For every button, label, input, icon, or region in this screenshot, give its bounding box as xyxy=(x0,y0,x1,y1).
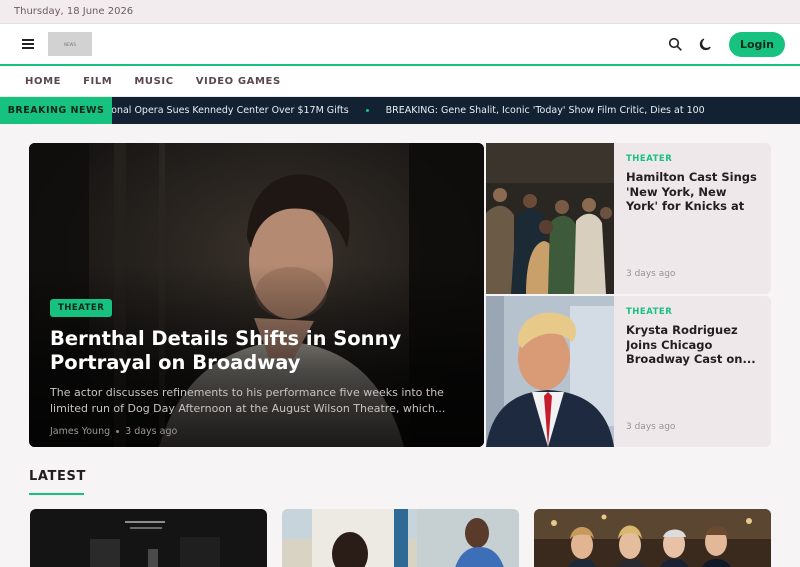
publish-time: 3 days ago xyxy=(125,426,178,437)
publish-time: 3 days ago xyxy=(626,422,676,432)
featured-story-card[interactable]: THEATER Bernthal Details Shifts in Sonny… xyxy=(29,143,484,447)
section-underline xyxy=(29,493,84,495)
date-bar: Thursday, 18 June 2026 xyxy=(0,0,800,24)
ticker-headline[interactable]: BREAKING: Gene Shalit, Iconic 'Today' Sh… xyxy=(386,105,705,116)
latest-story-card[interactable] xyxy=(30,509,267,567)
latest-story-image xyxy=(534,509,771,567)
latest-story-card[interactable] xyxy=(534,509,771,567)
side-story-title[interactable]: Hamilton Cast Sings 'New York, New York'… xyxy=(626,170,761,214)
breaking-news-ticker: BREAKING NEWS Washington National Opera … xyxy=(0,97,800,124)
menu-icon[interactable] xyxy=(22,39,34,49)
ticker-track: Washington National Opera Sues Kennedy C… xyxy=(112,97,800,124)
search-icon[interactable] xyxy=(663,32,687,56)
side-story-title[interactable]: Krysta Rodriguez Joins Chicago Broadway … xyxy=(626,323,761,367)
latest-story-image xyxy=(30,509,267,567)
author-name[interactable]: James Young xyxy=(50,426,110,437)
ticker-headline[interactable]: Washington National Opera Sues Kennedy C… xyxy=(112,105,349,116)
category-tag[interactable]: THEATER xyxy=(50,299,113,317)
current-date: Thursday, 18 June 2026 xyxy=(14,6,134,17)
side-story-card[interactable]: THEATER Krysta Rodriguez Joins Chicago B… xyxy=(486,296,771,447)
category-tag[interactable]: THEATER xyxy=(626,307,761,317)
featured-story-meta: James Young 3 days ago xyxy=(50,426,454,437)
publish-time: 3 days ago xyxy=(626,269,676,279)
main-nav: HOME FILM MUSIC VIDEO GAMES xyxy=(0,66,800,97)
side-story-image xyxy=(486,143,614,294)
nav-item-home[interactable]: HOME xyxy=(25,76,61,87)
nav-item-film[interactable]: FILM xyxy=(83,76,112,87)
site-header: NEWS Login xyxy=(0,24,800,66)
latest-story-card[interactable] xyxy=(282,509,519,567)
header-actions: Login xyxy=(663,31,785,57)
featured-story-content: THEATER Bernthal Details Shifts in Sonny… xyxy=(50,295,454,437)
side-story-card[interactable]: THEATER Hamilton Cast Sings 'New York, N… xyxy=(486,143,771,294)
nav-item-music[interactable]: MUSIC xyxy=(134,76,173,87)
logo-text: NEWS xyxy=(63,41,76,47)
side-story-image xyxy=(486,296,614,447)
featured-story-title[interactable]: Bernthal Details Shifts in Sonny Portray… xyxy=(50,327,454,375)
featured-story-excerpt: The actor discusses refinements to his p… xyxy=(50,386,446,415)
site-logo[interactable]: NEWS xyxy=(48,32,92,56)
moon-icon[interactable] xyxy=(694,32,718,56)
latest-story-image xyxy=(282,509,519,567)
breaking-news-label: BREAKING NEWS xyxy=(0,97,112,124)
latest-section-heading: LATEST xyxy=(29,469,86,484)
login-button[interactable]: Login xyxy=(728,31,785,57)
nav-item-video-games[interactable]: VIDEO GAMES xyxy=(196,76,281,87)
category-tag[interactable]: THEATER xyxy=(626,154,761,164)
ticker-separator xyxy=(365,109,369,112)
